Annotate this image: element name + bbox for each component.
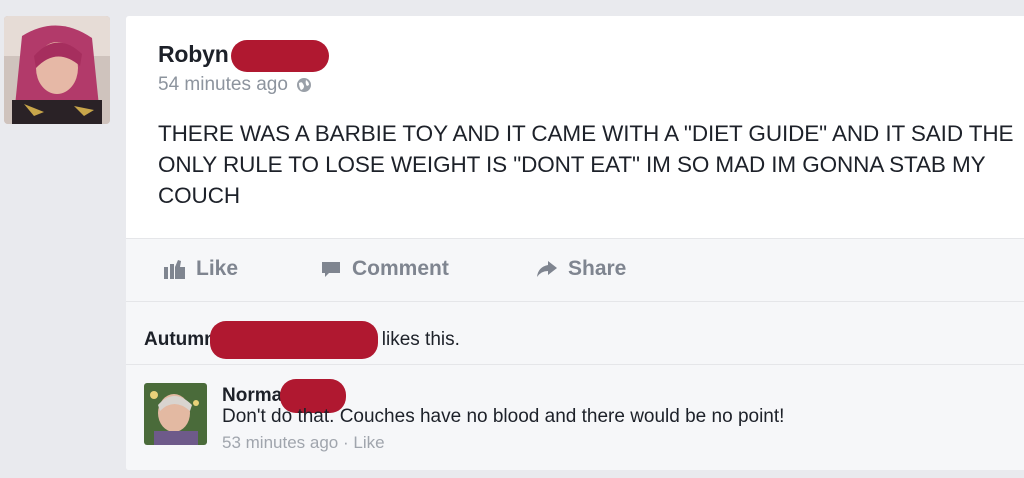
poster-avatar[interactable] [4,16,110,124]
avatar-photo [4,16,110,124]
avatar-photo [144,383,207,445]
share-button[interactable]: Share [536,257,626,281]
comment: Norma Don't do that. Couches have no blo… [126,365,1024,470]
likes-sentence: Autumn likes this. [144,321,460,359]
post-card: Robyn 54 minutes ago THERE WAS A BARBIE … [126,16,1024,470]
thumbs-up-icon [164,260,185,279]
share-label: Share [568,257,627,280]
redaction-mark [230,40,329,72]
commenter-avatar[interactable] [144,383,207,445]
post-author-name[interactable]: Robyn [158,41,229,67]
redaction-mark [209,321,378,359]
likes-summary: Autumn likes this. [126,302,1024,365]
comment-like-link[interactable]: Like [353,433,384,452]
like-label: Like [196,257,239,280]
comment-meta: 53 minutes ago · Like [222,433,385,453]
globe-icon[interactable] [296,77,312,93]
likes-suffix: likes this. [381,329,460,350]
comment-author-name[interactable]: Norma [222,385,282,407]
post-body: THERE WAS A BARBIE TOY AND IT CAME WITH … [158,121,1014,208]
like-button[interactable]: Like [164,257,238,281]
post-meta: 54 minutes ago [158,74,312,96]
post-author: Robyn [158,40,329,72]
comment-icon [322,262,340,277]
action-bar: Like Comment Share [126,238,1024,302]
meta-separator: · [338,433,354,452]
comment-timestamp[interactable]: 53 minutes ago [222,433,338,452]
comment-body: Don't do that. Couches have no blood and… [222,406,785,427]
comment-label: Comment [352,257,449,280]
liker-name[interactable]: Autumn [144,329,216,351]
share-arrow-icon [537,261,557,277]
comment-button[interactable]: Comment [320,257,449,281]
post-timestamp[interactable]: 54 minutes ago [158,74,288,96]
